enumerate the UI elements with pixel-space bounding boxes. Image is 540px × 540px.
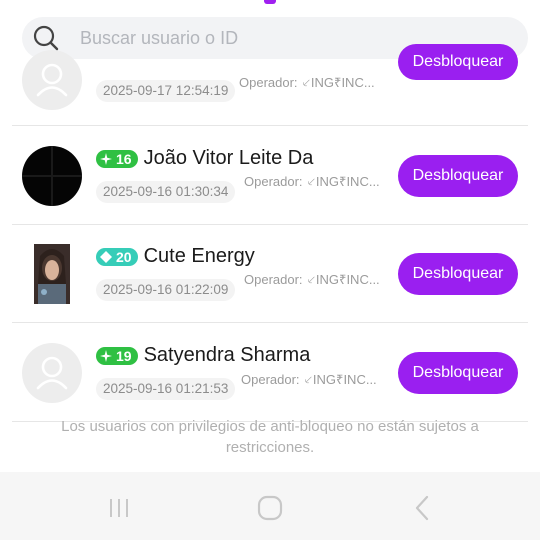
placeholder-avatar-icon [22,343,82,403]
user-name: Satyendra Sharma [143,344,311,366]
sparkle-icon [100,152,112,165]
row-divider [12,322,528,323]
operator-label: Operador: ⸔ING₹INC... [244,272,380,287]
timestamp-badge: 2025-09-16 01:22:09 [96,279,236,301]
level-badge: 16 [96,149,138,168]
level-value: 16 [116,150,132,167]
back-icon[interactable] [404,492,440,524]
user-name-line: 20 Cute Energy [96,245,255,268]
unblock-button[interactable]: Desbloquear [398,155,518,197]
system-navbar [0,472,540,540]
row-divider [12,125,528,126]
operator-label: Operador: ⸔ING₹INC... [241,372,377,387]
user-name-line: 16 João Vitor Leite Da [96,147,313,170]
sparkle-icon [100,349,112,362]
diamond-icon [100,250,112,263]
user-avatar[interactable] [34,244,70,304]
user-name: Cute Energy [143,245,255,267]
unblock-button[interactable]: Desbloquear [398,253,518,295]
list-item[interactable]: 19 Satyendra Sharma Operador: ⸔ING₹INC..… [0,324,540,422]
recent-apps-icon[interactable] [101,492,137,524]
user-name-line: 19 Satyendra Sharma [96,344,310,367]
placeholder-avatar-icon [22,50,82,110]
timestamp-badge: 2025-09-16 01:21:53 [96,378,236,400]
operator-label: Operador: ⸔ING₹INC... [244,174,380,189]
user-name: João Vitor Leite Da [143,147,314,169]
list-item[interactable]: 16 João Vitor Leite Da Operador: ⸔ING₹IN… [0,127,540,225]
unblock-button[interactable]: Desbloquear [398,352,518,394]
level-value: 20 [116,248,132,265]
level-badge: 20 [96,247,138,266]
timestamp-badge: 2025-09-17 12:54:19 [96,80,236,102]
operator-label: Operador: ⸔ING₹INC... [239,75,375,90]
list-item[interactable]: 20 Cute Energy Operador: ⸔ING₹INC... 202… [0,225,540,323]
level-value: 19 [116,347,132,364]
level-badge: 19 [96,346,138,365]
unblock-button[interactable]: Desbloquear [398,44,518,80]
anti-block-note: Los usuarios con privilegios de anti-blo… [61,418,479,456]
list-item[interactable]: Operador: ⸔ING₹INC... 2025-09-17 12:54:1… [0,28,540,126]
user-avatar[interactable] [22,146,82,206]
home-icon[interactable] [252,492,288,524]
timestamp-badge: 2025-09-16 01:30:34 [96,181,236,203]
top-tab-indicator [264,0,276,4]
